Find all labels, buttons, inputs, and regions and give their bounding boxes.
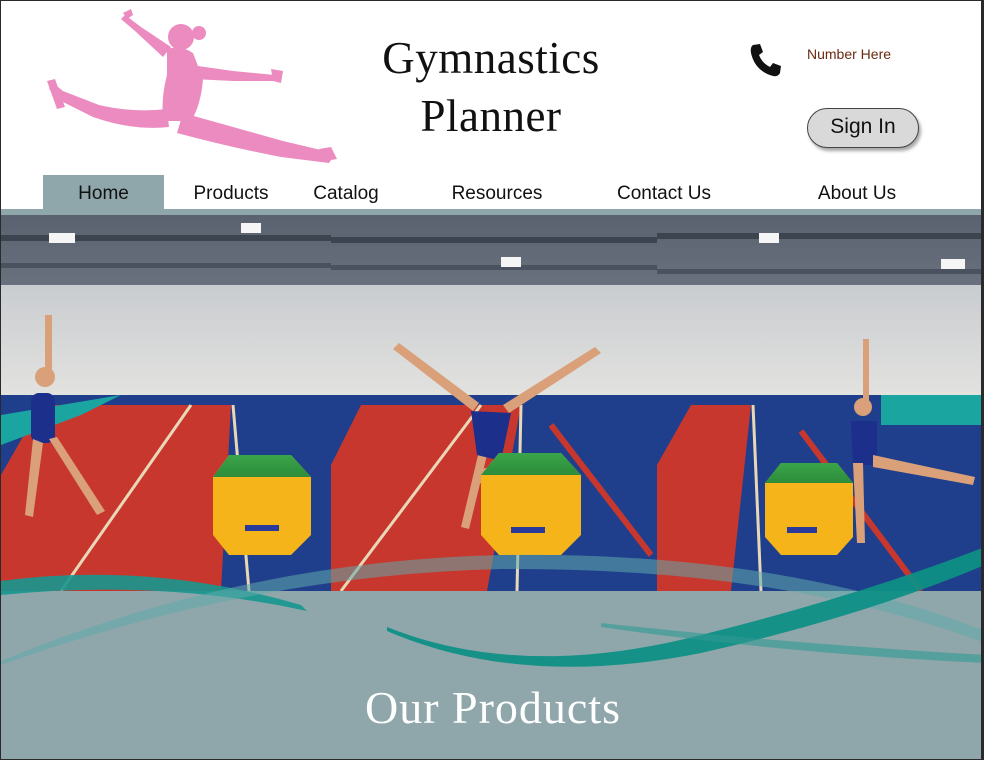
page-frame: Gymnastics Planner Number Here Sign In H… — [0, 0, 984, 760]
nav-item-catalog[interactable]: Catalog — [301, 175, 391, 209]
phone-icon[interactable] — [747, 41, 785, 79]
nav-item-resources[interactable]: Resources — [437, 175, 557, 209]
decorative-wave-graphic — [1, 548, 981, 667]
nav-item-contact-us[interactable]: Contact Us — [603, 175, 725, 209]
sign-in-button[interactable]: Sign In — [807, 108, 919, 148]
site-title-line1: Gymnastics — [382, 33, 600, 83]
section-title-our-products: Our Products — [364, 682, 622, 733]
phone-number[interactable]: Number Here — [807, 46, 891, 62]
site-title-line2: Planner — [420, 91, 562, 141]
nav-item-products[interactable]: Products — [181, 175, 281, 209]
site-title: Gymnastics Planner — [341, 29, 641, 145]
gymnast-logo-icon[interactable] — [43, 9, 339, 165]
nav-item-home[interactable]: Home — [43, 175, 164, 209]
nav-item-about-us[interactable]: About Us — [801, 175, 913, 209]
